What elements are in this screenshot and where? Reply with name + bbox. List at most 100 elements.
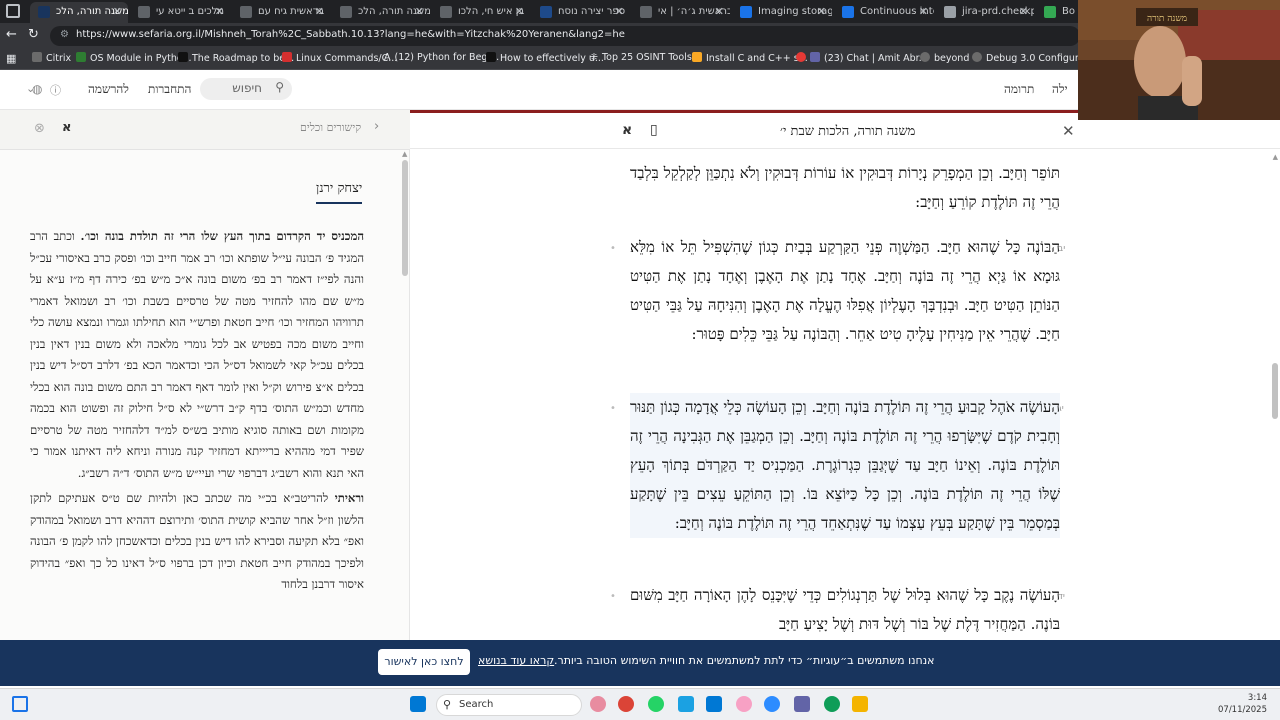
browser-tab-active[interactable]: משנה תורה, הלכ ✕ xyxy=(30,2,128,23)
browser-tab[interactable]: Bo xyxy=(1036,2,1082,23)
search-label: חיפוש xyxy=(232,81,262,95)
language-globe-icon[interactable]: ◍ xyxy=(32,82,42,96)
windows-start-icon[interactable] xyxy=(410,696,426,712)
reload-icon[interactable]: ↻ xyxy=(28,27,39,42)
browser-tab[interactable]: Imaging storage ✕ xyxy=(732,2,832,23)
bookmarks-grid-icon[interactable]: ▦ xyxy=(6,52,16,65)
outlook-icon[interactable] xyxy=(706,696,722,712)
close-circle-icon[interactable]: ⊗ xyxy=(34,121,45,136)
browser-tab[interactable]: Continuous integ ✕ xyxy=(834,2,934,23)
browser-tab[interactable]: בראשית ג׳ה׳ | אי ✕ xyxy=(632,2,730,23)
signup-link[interactable]: להרשמה xyxy=(88,82,129,97)
text-segment[interactable]: הַבּוֹנֶה כָּל שֶׁהוּא חַיָּב. הַמַּשְׁו… xyxy=(630,233,1060,349)
close-tab-icon[interactable]: ✕ xyxy=(817,2,826,21)
browser-tab[interactable]: משנה תורה, הלכ ✕ xyxy=(332,2,430,23)
app-icon[interactable] xyxy=(678,696,694,712)
bookmark-osint[interactable]: ⁜ Top 25 OSINT Tools... xyxy=(590,52,701,63)
close-tab-icon[interactable]: ✕ xyxy=(515,2,524,21)
font-size-icon[interactable]: א xyxy=(62,120,71,135)
windows-taskbar: ⚲ Search 3:14 07/11/2025 xyxy=(0,688,1280,720)
accept-cookies-button[interactable]: לחצו כאן לאישור xyxy=(378,649,470,675)
commentary-body: וכתב הרב המגיד פ׳ הבונה עי״ל שופתא וכו׳ … xyxy=(30,229,364,480)
bookmark-icon[interactable]: ▯ xyxy=(650,122,658,138)
zoom-icon[interactable] xyxy=(764,696,780,712)
bookmark-label: Citrix xyxy=(46,53,72,64)
taskbar-search[interactable]: ⚲ Search xyxy=(436,694,582,716)
browser-tab[interactable]: בראשית גיח עם ✕ xyxy=(232,2,330,23)
teams-icon[interactable] xyxy=(794,696,810,712)
segment-text: תּוֹפֵר וְחַיָּב. וְכֵן הַמְפָרֵק נְיָרו… xyxy=(630,164,1060,211)
app-icon[interactable] xyxy=(590,696,606,712)
search-box[interactable]: חיפוש ⚲ xyxy=(200,78,292,100)
close-tab-icon[interactable]: ✕ xyxy=(215,2,224,21)
segment-text: הָעוֹשֶׂה אֹהֶל קָבוּעַ הֲרֵי זֶה תּוֹלֶ… xyxy=(630,398,1060,532)
bookmark-chat[interactable]: (23) Chat | Amit Abr... xyxy=(796,52,928,64)
browser-tab[interactable]: jira-prd.checkpo ✕ xyxy=(936,2,1034,23)
reader-scrollbar[interactable] xyxy=(1272,363,1278,419)
copilot-icon[interactable] xyxy=(736,696,752,712)
font-size-icon[interactable]: א xyxy=(622,122,632,138)
close-tab-icon[interactable]: ✕ xyxy=(1019,2,1028,21)
bookmark-citrix[interactable]: Citrix xyxy=(32,52,71,64)
scroll-up-arrow-icon[interactable]: ▲ xyxy=(402,150,407,158)
close-tab-icon[interactable]: ✕ xyxy=(415,2,424,21)
commentary-paragraph: וראיתי להריטב״א בכ״י מה שכתב כאן ולהיות … xyxy=(30,488,364,596)
taskbar-search-label: Search xyxy=(459,699,494,710)
browser-tab[interactable]: ספר יצירה נוסח ✕ xyxy=(532,2,630,23)
text-segment[interactable]: הָעוֹשֶׂה נֶקֶב כָּל שֶׁהוּא בְּלוּל שֶׁ… xyxy=(630,581,1060,639)
triangle-icon xyxy=(282,52,292,62)
text-segment-highlighted[interactable]: הָעוֹשֶׂה אֹהֶל קָבוּעַ הֲרֵי זֶה תּוֹלֶ… xyxy=(630,393,1060,538)
tab-label: Bo xyxy=(1062,6,1075,17)
gfg-icon xyxy=(76,52,86,62)
bookmark-python[interactable]: A (12) Python for Begi... xyxy=(384,52,499,63)
close-tab-icon[interactable]: ✕ xyxy=(715,2,724,21)
bookmark-how-to[interactable]: How to effectively u... xyxy=(486,52,604,64)
widgets-icon[interactable] xyxy=(12,696,28,712)
back-to-resources-link[interactable]: קישורים וכלים xyxy=(300,121,361,134)
text-segment[interactable]: תּוֹפֵר וְחַיָּב. וְכֵן הַמְפָרֵק נְיָרו… xyxy=(630,159,1060,217)
bookmark-linux[interactable]: Linux Commands/C... xyxy=(282,52,397,64)
address-bar[interactable]: ⚙ https://www.sefaria.org.il/Mishneh_Tor… xyxy=(50,26,1080,46)
chrome-icon[interactable] xyxy=(618,696,634,712)
close-tab-icon[interactable]: ✕ xyxy=(315,2,324,21)
login-link[interactable]: התחברות xyxy=(148,82,191,97)
url-text[interactable]: https://www.sefaria.org.il/Mishneh_Torah… xyxy=(76,29,625,40)
system-clock[interactable]: 3:14 07/11/2025 xyxy=(1218,692,1267,716)
window-menu-icon[interactable] xyxy=(6,4,20,18)
chevron-left-icon[interactable]: › xyxy=(374,119,379,134)
scroll-up-arrow-icon[interactable]: ▲ xyxy=(1273,153,1278,161)
close-icon[interactable]: ✕ xyxy=(1062,122,1075,140)
help-icon[interactable]: ⓘ xyxy=(50,82,61,98)
browser-tab[interactable]: מלכים ב ייטא עי ✕ xyxy=(130,2,230,23)
favicon-icon xyxy=(440,6,452,18)
cookie-more-link[interactable]: קראו עוד בנושא xyxy=(478,654,554,667)
commentary-paragraph: המכניס יד הקרדום בתוך העץ שלו הרי זה תול… xyxy=(30,226,364,484)
bookmark-os-module[interactable]: OS Module in Pytho... xyxy=(76,52,192,64)
segment-marker-icon: • xyxy=(610,591,616,602)
globe-icon xyxy=(972,52,982,62)
browser-tab[interactable]: בן איש חי, הלכו ✕ xyxy=(432,2,530,23)
sidebar-scrollbar[interactable] xyxy=(402,160,408,276)
webcam-video-image: משנה תורה xyxy=(1078,0,1280,120)
bookmark-roadmap[interactable]: The Roadmap to be... xyxy=(178,52,294,64)
favicon-icon xyxy=(640,6,652,18)
bookmark-label: The Roadmap to be... xyxy=(192,53,295,64)
favicon-icon xyxy=(1044,6,1056,18)
bookmark-install-c[interactable]: Install C and C++ s... xyxy=(692,52,808,64)
cookie-message: אנחנו משתמשים ב״עוגיות״ כדי לתת למשתמשים… xyxy=(554,654,935,667)
whatsapp-icon[interactable] xyxy=(648,696,664,712)
donate-link[interactable]: תרומה xyxy=(1004,82,1034,97)
app-icon[interactable] xyxy=(824,696,840,712)
header-link[interactable]: ילה xyxy=(1052,82,1068,97)
bookmark-debug[interactable]: Debug 3.0 Configur... xyxy=(972,52,1087,64)
bookmark-beyond[interactable]: beyond xyxy=(920,52,969,64)
reader-panel: א ▯ משנה תורה, הלכות שבת י׳ ✕ תּוֹפֵר וְ… xyxy=(410,110,1280,640)
back-arrow-icon[interactable]: ← xyxy=(6,27,17,42)
lock-app-icon[interactable] xyxy=(852,696,868,712)
site-info-icon[interactable]: ⚙ xyxy=(60,29,69,40)
commentary-author-tab[interactable]: יצחק ירנן xyxy=(316,180,363,204)
commentary-heading: וראיתי xyxy=(334,491,364,505)
close-tab-icon[interactable]: ✕ xyxy=(113,2,122,21)
close-tab-icon[interactable]: ✕ xyxy=(615,2,624,21)
close-tab-icon[interactable]: ✕ xyxy=(919,2,928,21)
